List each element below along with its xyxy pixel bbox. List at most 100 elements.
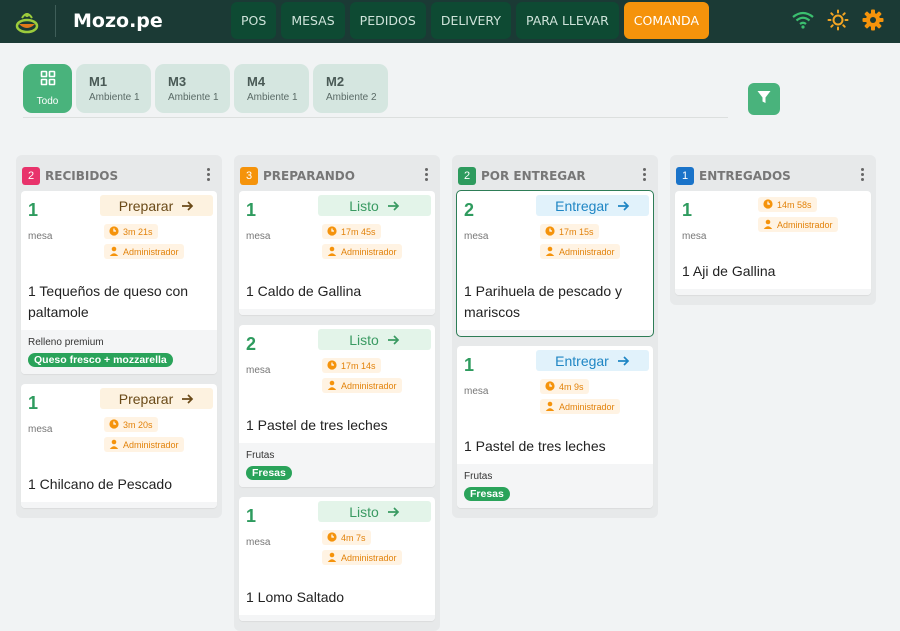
card-footer (239, 309, 435, 315)
chip-m3[interactable]: M3 Ambiente 1 (155, 64, 230, 113)
arrow-right-icon (181, 198, 194, 214)
user-name: Administrador (341, 246, 397, 257)
filter-button[interactable] (748, 83, 780, 115)
user-name: Administrador (559, 401, 615, 412)
user-badge: Administrador (322, 550, 402, 565)
chip-m1[interactable]: M1 Ambiente 1 (76, 64, 151, 113)
tab-para-llevar[interactable]: PARA LLEVAR (515, 2, 619, 39)
listo-button[interactable]: Listo (318, 195, 431, 216)
person-icon (545, 401, 555, 413)
tab-pos[interactable]: POS (231, 2, 277, 39)
more-vert-icon[interactable] (425, 168, 428, 181)
action-label: Preparar (118, 390, 174, 407)
column-header: 2 RECIBIDOS (21, 160, 217, 191)
elapsed-time-badge: 14m 58s (758, 197, 817, 212)
column-header: 2 POR ENTREGAR (457, 160, 653, 191)
clock-icon (327, 531, 337, 544)
order-card: 1 mesa Preparar 3m 21s Administrador 1 Tequeñ… (21, 191, 217, 374)
order-card: 1 mesa Entregar 4m 9s Administrador 1 Pastel … (457, 346, 653, 508)
preparar-button[interactable]: Preparar (100, 195, 213, 216)
arrow-right-icon (387, 198, 400, 214)
chip-todo[interactable]: Todo (23, 64, 72, 113)
order-quantity: 1 (464, 355, 475, 375)
clock-icon (109, 225, 119, 238)
column-por-entregar: 2 POR ENTREGAR 2 mesa Entregar 17m 15s Adminis… (452, 155, 658, 518)
action-label: Entregar (555, 352, 609, 369)
tab-delivery[interactable]: DELIVERY (430, 2, 511, 39)
order-quantity: 2 (246, 334, 257, 354)
header-divider (55, 5, 56, 37)
elapsed-time: 14m 58s (777, 199, 812, 210)
modifier-label: Relleno premium (28, 337, 104, 348)
user-name: Administrador (341, 552, 397, 563)
modifier-section: Frutas Fresas (239, 443, 435, 487)
user-badge: Administrador (322, 378, 402, 393)
elapsed-time-badge: 17m 15s (540, 224, 599, 239)
action-label: Listo (349, 331, 379, 348)
column-title: RECIBIDOS (45, 168, 119, 183)
listo-button[interactable]: Listo (318, 501, 431, 522)
chip-m4[interactable]: M4 Ambiente 1 (234, 64, 309, 113)
dish-name: 1 Chilcano de Pescado (28, 476, 172, 492)
tab-comanda[interactable]: COMANDA (623, 2, 709, 39)
filter-chips: Todo M1 Ambiente 1 M3 Ambiente 1 M4 Ambi… (23, 64, 388, 113)
dish-name: 1 Pastel de tres leches (246, 417, 388, 433)
tab-pedidos[interactable]: PEDIDOS (349, 2, 426, 39)
elapsed-time: 3m 21s (123, 226, 153, 237)
user-name: Administrador (341, 380, 397, 391)
more-vert-icon[interactable] (643, 168, 646, 181)
listo-button[interactable]: Listo (318, 329, 431, 350)
brightness-icon[interactable] (827, 9, 849, 31)
chip-label: Ambiente 1 (89, 92, 140, 103)
elapsed-time: 17m 45s (341, 226, 376, 237)
clock-icon (545, 225, 555, 238)
order-quantity: 1 (28, 200, 39, 220)
column-entregados: 1 ENTREGADOS 1 mesa 14m 58s Administrador 1 Aj… (670, 155, 876, 305)
table-label: mesa (464, 386, 489, 397)
chip-code: M4 (247, 74, 266, 89)
more-vert-icon[interactable] (207, 168, 210, 181)
more-vert-icon[interactable] (861, 168, 864, 181)
preparar-button[interactable]: Preparar (100, 388, 213, 409)
dish-name: 1 Parihuela de pescado y mariscos (464, 283, 622, 320)
user-name: Administrador (123, 439, 179, 450)
card-header: 1 mesa Listo 17m 45s Administrador (239, 191, 435, 281)
modifier-pill: Fresas (464, 487, 510, 501)
order-card: 2 mesa Listo 17m 14s Administrador 1 Pastel d… (239, 325, 435, 487)
column-count: 2 (458, 166, 476, 185)
user-badge: Administrador (540, 244, 620, 259)
column-header: 1 ENTREGADOS (675, 160, 871, 191)
column-count: 1 (676, 166, 694, 185)
card-header: 2 mesa Listo 17m 14s Administrador (239, 325, 435, 415)
card-header: 1 mesa 14m 58s Administrador (675, 191, 871, 261)
wifi-icon[interactable] (792, 11, 814, 29)
card-footer (21, 502, 217, 508)
card-header: 1 mesa Preparar 3m 21s Administrador (21, 191, 217, 281)
person-icon (109, 439, 119, 451)
modifier-section: Relleno premium Queso fresco + mozzarella (21, 330, 217, 374)
user-badge: Administrador (322, 244, 402, 259)
column-preparando: 3 PREPARANDO 1 mesa Listo 17m 45s Administrado… (234, 155, 440, 631)
settings-icon[interactable] (862, 9, 884, 31)
dish-name: 1 Tequeños de queso con paltamole (28, 283, 189, 320)
entregar-button[interactable]: Entregar (536, 195, 649, 216)
tab-mesas[interactable]: MESAS (281, 2, 345, 39)
chip-label: Ambiente 1 (247, 92, 298, 103)
entregar-button[interactable]: Entregar (536, 350, 649, 371)
arrow-right-icon (387, 504, 400, 520)
card-footer (675, 289, 871, 295)
user-badge: Administrador (540, 399, 620, 414)
chip-m2[interactable]: M2 Ambiente 2 (313, 64, 388, 113)
person-icon (545, 246, 555, 258)
column-recibidos: 2 RECIBIDOS 1 mesa Preparar 3m 21s Administrad… (16, 155, 222, 518)
user-name: Administrador (777, 219, 833, 230)
person-icon (763, 219, 773, 231)
dish-name: 1 Aji de Gallina (682, 263, 776, 279)
table-label: mesa (682, 231, 707, 242)
card-footer (239, 615, 435, 621)
table-label: mesa (246, 537, 271, 548)
user-name: Administrador (559, 246, 615, 257)
column-header: 3 PREPARANDO (239, 160, 435, 191)
action-label: Listo (349, 503, 379, 520)
card-header: 1 mesa Entregar 4m 9s Administrador (457, 346, 653, 436)
